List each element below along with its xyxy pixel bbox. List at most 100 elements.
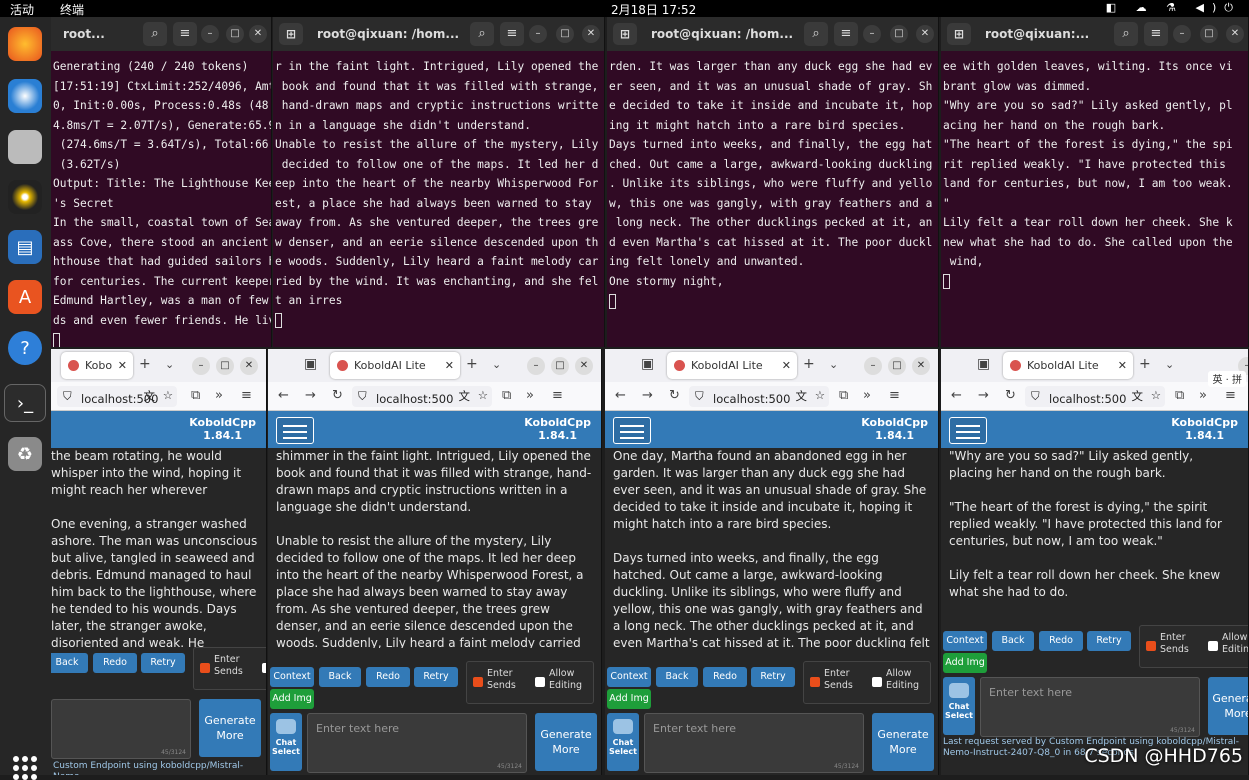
forward-arrow-icon[interactable]: → — [978, 388, 989, 403]
terminal-window-1[interactable]: root...⌕≡–□✕Generating (240 / 240 tokens… — [51, 17, 272, 347]
menu-icon[interactable]: ≡ — [834, 22, 858, 46]
back-arrow-icon[interactable]: ← — [278, 388, 289, 403]
close-icon[interactable]: ✕ — [249, 25, 267, 43]
enter-sends-checkbox[interactable] — [810, 677, 820, 687]
writer-icon[interactable]: ▤ — [8, 230, 42, 264]
forward-arrow-icon[interactable]: → — [642, 388, 653, 403]
bookmark-star-icon[interactable]: ☆ — [1151, 388, 1161, 402]
search-icon[interactable]: ⌕ — [143, 22, 167, 46]
redo-button[interactable]: Redo — [1039, 631, 1083, 651]
app-menu-icon[interactable]: ≡ — [1225, 388, 1236, 403]
help-icon[interactable]: ? — [8, 331, 42, 365]
minimize-icon[interactable]: – — [201, 25, 219, 43]
tab-koboldai[interactable]: KoboldAI Lite✕ — [330, 352, 460, 379]
maximize-icon[interactable]: □ — [890, 25, 908, 43]
menu-icon[interactable]: ≡ — [1144, 22, 1168, 46]
back-button[interactable]: Back — [51, 653, 88, 673]
bookmark-star-icon[interactable]: ☆ — [815, 388, 825, 402]
prompt-input[interactable]: Enter text here45/3124 — [307, 713, 527, 773]
chat-select-button[interactable]: Chat Select — [270, 713, 302, 771]
tab-overview-icon[interactable]: ▣ — [977, 356, 990, 372]
context-button[interactable]: Context — [270, 667, 314, 687]
new-tab-icon[interactable]: ⊞ — [613, 23, 637, 45]
generate-more-button[interactable]: Generate More — [535, 713, 597, 771]
back-button[interactable]: Back — [656, 667, 698, 687]
system-tray[interactable]: ◧ ☁ ⚗ ◀)⏻ — [1106, 1, 1241, 15]
close-tab-icon[interactable]: ✕ — [1118, 359, 1127, 372]
menu-icon[interactable]: ≡ — [173, 22, 197, 46]
prompt-input[interactable]: Enter text here45/3124 — [980, 677, 1200, 737]
extensions-icon[interactable]: ⧉ — [839, 388, 848, 403]
overflow-icon[interactable]: » — [215, 388, 223, 403]
overflow-icon[interactable]: » — [863, 388, 871, 403]
allow-editing-checkbox[interactable] — [872, 677, 882, 687]
files-icon[interactable] — [8, 130, 42, 164]
thunderbird-icon[interactable] — [8, 79, 42, 113]
url-bar[interactable]: ⛉localhost:500文☆ — [57, 386, 177, 407]
chevron-down-icon[interactable]: ⌄ — [1165, 358, 1174, 371]
context-button[interactable]: Context — [943, 631, 987, 651]
new-tab-icon[interactable]: + — [803, 356, 815, 372]
rhythmbox-icon[interactable] — [8, 180, 42, 214]
extensions-icon[interactable]: ⧉ — [502, 388, 511, 403]
add-img-button[interactable]: Add Img — [607, 689, 651, 709]
generate-more-button[interactable]: Generate More — [872, 713, 934, 771]
menu-icon[interactable]: ≡ — [500, 22, 524, 46]
forward-arrow-icon[interactable]: → — [305, 388, 316, 403]
close-icon[interactable]: ✕ — [912, 357, 930, 375]
firefox-icon[interactable] — [8, 27, 42, 61]
minimize-icon[interactable]: – — [863, 25, 881, 43]
overflow-icon[interactable]: » — [526, 388, 534, 403]
terminal-output[interactable]: Generating (240 / 240 tokens)[17:51:19] … — [51, 51, 271, 347]
new-tab-icon[interactable]: + — [139, 356, 151, 372]
firefox-window-1[interactable]: Kobo✕+⌄–□✕⛉localhost:500文☆⧉»≡KoboldCpp1.… — [51, 349, 267, 775]
retry-button[interactable]: Retry — [751, 667, 795, 687]
minimize-icon[interactable]: – — [1173, 25, 1191, 43]
retry-button[interactable]: Retry — [414, 667, 458, 687]
minimize-icon[interactable]: – — [527, 357, 545, 375]
chevron-down-icon[interactable]: ⌄ — [829, 358, 838, 371]
tab-overview-icon[interactable]: ▣ — [304, 356, 317, 372]
story-area[interactable]: One day, Martha found an abandoned egg i… — [605, 448, 938, 648]
hamburger-menu-icon[interactable] — [276, 417, 314, 444]
chevron-down-icon[interactable]: ⌄ — [492, 358, 501, 371]
new-tab-icon[interactable]: ⊞ — [947, 23, 971, 45]
hamburger-menu-icon[interactable] — [613, 417, 651, 444]
tab-overview-icon[interactable]: ▣ — [641, 356, 654, 372]
tab-koboldai[interactable]: KoboldAI Lite✕ — [667, 352, 797, 379]
prompt-input[interactable]: Enter text here45/3124 — [51, 699, 191, 759]
back-arrow-icon[interactable]: ← — [951, 388, 962, 403]
generate-more-button[interactable]: Generate More — [199, 699, 261, 757]
add-img-button[interactable]: Add Img — [270, 689, 314, 709]
prompt-input[interactable]: Enter text here45/3124 — [644, 713, 864, 773]
terminal-output[interactable]: ee with golden leaves, wilting. Its once… — [941, 51, 1248, 291]
close-icon[interactable]: ✕ — [1226, 25, 1244, 43]
tab-koboldai[interactable]: Kobo✕ — [61, 352, 133, 379]
redo-button[interactable]: Redo — [93, 653, 137, 673]
close-icon[interactable]: ✕ — [240, 357, 258, 375]
bookmark-star-icon[interactable]: ☆ — [478, 388, 488, 402]
ime-indicator[interactable]: 英 · 拼 — [1208, 371, 1246, 387]
close-tab-icon[interactable]: ✕ — [445, 359, 454, 372]
maximize-icon[interactable]: □ — [226, 25, 244, 43]
minimize-icon[interactable]: – — [529, 25, 547, 43]
extensions-icon[interactable]: ⧉ — [191, 388, 200, 403]
bookmark-star-icon[interactable]: ☆ — [163, 388, 173, 402]
app-menu-icon[interactable]: ≡ — [552, 388, 563, 403]
redo-button[interactable]: Redo — [366, 667, 410, 687]
clock[interactable]: 2月18日 17:52 — [611, 1, 696, 18]
enter-sends-checkbox[interactable] — [1146, 641, 1156, 651]
terminal-window-2[interactable]: ⊞root@qixuan: /hom...⌕≡–□✕r in the faint… — [273, 17, 605, 347]
activities-button[interactable]: 活动 — [10, 1, 34, 18]
allow-editing-checkbox[interactable] — [1208, 641, 1218, 651]
hamburger-menu-icon[interactable] — [949, 417, 987, 444]
url-bar[interactable]: ⛉localhost:500文☆ — [1025, 386, 1165, 407]
retry-button[interactable]: Retry — [141, 653, 185, 673]
close-tab-icon[interactable]: ✕ — [118, 359, 127, 372]
reload-icon[interactable]: ↻ — [332, 388, 343, 403]
terminal-window-4[interactable]: ⊞root@qixuan:...⌕≡–□✕ee with golden leav… — [941, 17, 1249, 347]
allow-editing-checkbox[interactable] — [262, 663, 267, 673]
generate-more-button[interactable]: Generate More — [1208, 677, 1249, 735]
allow-editing-checkbox[interactable] — [535, 677, 545, 687]
translate-icon[interactable]: 文 — [459, 388, 471, 404]
